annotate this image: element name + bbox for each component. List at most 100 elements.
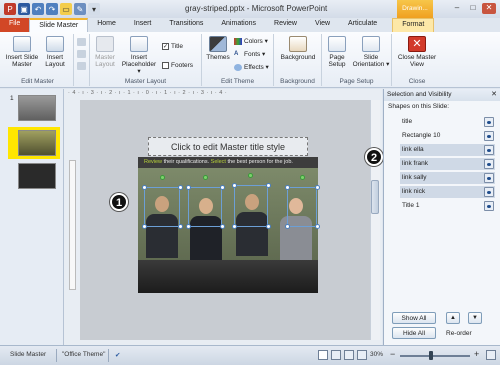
- shape-item-title[interactable]: title: [400, 116, 495, 128]
- tab-home[interactable]: Home: [88, 18, 125, 32]
- tab-transitions[interactable]: Transitions: [160, 18, 212, 32]
- thumbnail-master[interactable]: [18, 95, 56, 121]
- status-view-name: Slide Master: [10, 351, 47, 358]
- show-all-button[interactable]: Show All: [392, 312, 436, 324]
- rename-icon[interactable]: [77, 50, 86, 58]
- fonts-icon: A: [234, 50, 239, 57]
- resize-handle[interactable]: [266, 224, 271, 229]
- selection-box-nick[interactable]: [287, 187, 317, 227]
- move-down-button[interactable]: ▼: [468, 312, 482, 324]
- rotate-handle-ella[interactable]: [160, 175, 165, 180]
- customize-toolbar-icon[interactable]: ▾: [88, 3, 100, 15]
- shape-item-link-ella[interactable]: link ella: [400, 144, 495, 156]
- insert-slide-master-button[interactable]: Insert Slide Master: [5, 36, 39, 68]
- master-layout-button[interactable]: Master Layout: [92, 36, 118, 68]
- zoom-in-button[interactable]: +: [474, 349, 479, 359]
- resize-handle[interactable]: [266, 183, 271, 188]
- resize-handle[interactable]: [315, 185, 320, 190]
- slide-sorter-icon[interactable]: [331, 350, 341, 360]
- pane-close-icon[interactable]: ✕: [491, 90, 497, 98]
- reading-view-icon[interactable]: [344, 350, 354, 360]
- effects-button[interactable]: Effects ▾: [234, 63, 269, 71]
- visibility-eye-icon[interactable]: [484, 159, 494, 169]
- shape-item-link-frank[interactable]: link frank: [400, 158, 495, 170]
- resize-handle[interactable]: [285, 185, 290, 190]
- resize-handle[interactable]: [232, 224, 237, 229]
- thumbnail-layout-dark[interactable]: [18, 163, 56, 189]
- page-setup-button[interactable]: Page Setup: [324, 36, 350, 68]
- preserve-icon[interactable]: [77, 62, 86, 70]
- visibility-eye-icon[interactable]: [484, 201, 494, 211]
- themes-button[interactable]: Themes: [205, 36, 231, 61]
- format-painter-icon[interactable]: ✎: [74, 3, 86, 15]
- shape-item-link-nick[interactable]: link nick: [400, 186, 495, 198]
- resize-handle[interactable]: [178, 185, 183, 190]
- selection-box-frank[interactable]: [188, 187, 222, 227]
- close-master-view-button[interactable]: ✕ Close Master View: [396, 36, 438, 68]
- undo-icon[interactable]: ↶: [32, 3, 44, 15]
- tab-insert[interactable]: Insert: [125, 18, 161, 32]
- resize-handle[interactable]: [220, 185, 225, 190]
- rotate-handle-frank[interactable]: [203, 175, 208, 180]
- save-icon[interactable]: ▣: [18, 3, 30, 15]
- colors-button[interactable]: Colors ▾: [234, 37, 268, 45]
- tab-view[interactable]: View: [306, 18, 339, 32]
- tab-file[interactable]: File: [0, 18, 30, 32]
- resize-handle[interactable]: [232, 183, 237, 188]
- resize-handle[interactable]: [186, 185, 191, 190]
- selection-box-sally[interactable]: [234, 185, 268, 227]
- tab-articulate[interactable]: Articulate: [339, 18, 386, 32]
- resize-handle[interactable]: [142, 224, 147, 229]
- title-checkbox[interactable]: ✓ Title: [162, 43, 183, 50]
- thumbnail-layout-selected[interactable]: [18, 130, 56, 156]
- shape-item-link-sally[interactable]: link sally: [400, 172, 495, 184]
- resize-handle[interactable]: [142, 185, 147, 190]
- delete-icon[interactable]: [77, 38, 86, 46]
- tab-animations[interactable]: Animations: [212, 18, 265, 32]
- fit-to-window-icon[interactable]: [486, 350, 496, 360]
- powerpoint-logo-icon[interactable]: P: [4, 3, 16, 15]
- resize-handle[interactable]: [178, 224, 183, 229]
- shape-item-rectangle-10[interactable]: Rectangle 10: [400, 130, 495, 142]
- footers-checkbox[interactable]: Footers: [162, 62, 193, 69]
- tab-review[interactable]: Review: [265, 18, 306, 32]
- zoom-slider-thumb[interactable]: [429, 351, 433, 360]
- normal-view-icon[interactable]: [318, 350, 328, 360]
- hide-all-button[interactable]: Hide All: [392, 327, 436, 339]
- insert-placeholder-button[interactable]: Insert Placeholder ▾: [120, 36, 158, 75]
- close-button[interactable]: ✕: [482, 3, 496, 14]
- tab-format[interactable]: Format: [392, 18, 435, 32]
- fonts-button[interactable]: A Fonts ▾: [234, 50, 265, 59]
- visibility-eye-icon[interactable]: [484, 187, 494, 197]
- visibility-eye-icon[interactable]: [484, 117, 494, 127]
- minimize-button[interactable]: –: [450, 3, 464, 14]
- rotate-handle-sally[interactable]: [248, 173, 253, 178]
- resize-handle[interactable]: [315, 224, 320, 229]
- zoom-slider[interactable]: [400, 355, 470, 357]
- rotate-handle-nick[interactable]: [300, 175, 305, 180]
- slide-show-view-icon[interactable]: [357, 350, 367, 360]
- scrollbar-thumb[interactable]: [371, 180, 379, 214]
- resize-handle[interactable]: [285, 224, 290, 229]
- redo-icon[interactable]: ↷: [46, 3, 58, 15]
- move-up-button[interactable]: ▲: [446, 312, 460, 324]
- slide-orientation-button[interactable]: Slide Orientation ▾: [352, 36, 390, 68]
- zoom-out-button[interactable]: −: [390, 349, 395, 359]
- tab-slide-master[interactable]: Slide Master: [29, 18, 89, 32]
- selection-box-ella[interactable]: [144, 187, 180, 227]
- visibility-eye-icon[interactable]: [484, 145, 494, 155]
- resize-handle[interactable]: [220, 224, 225, 229]
- shape-item-title-1[interactable]: Title 1: [400, 200, 495, 212]
- resize-handle[interactable]: [186, 224, 191, 229]
- spelling-check-icon[interactable]: ✔: [115, 351, 120, 359]
- visibility-eye-icon[interactable]: [484, 173, 494, 183]
- slide-show-icon[interactable]: ▭: [60, 3, 72, 15]
- insert-layout-button[interactable]: Insert Layout: [42, 36, 68, 68]
- maximize-button[interactable]: □: [466, 3, 480, 14]
- banner-text-1: their qualifications.: [162, 159, 211, 165]
- background-styles-button[interactable]: Background: [276, 36, 320, 61]
- vertical-scrollbar[interactable]: [370, 100, 380, 340]
- visibility-eye-icon[interactable]: [484, 131, 494, 141]
- zoom-level[interactable]: 30%: [370, 351, 383, 358]
- title-placeholder[interactable]: Click to edit Master title style: [148, 137, 308, 156]
